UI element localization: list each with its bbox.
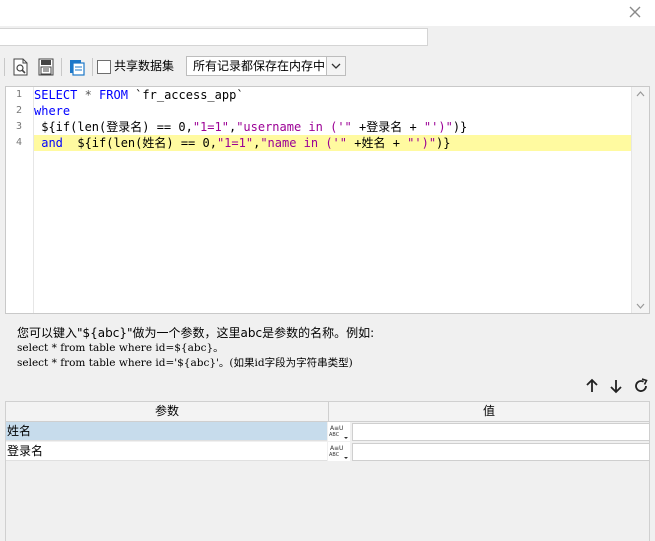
sql-string: "')"	[423, 120, 453, 134]
sql-string: "name in ('"	[260, 136, 348, 150]
move-up-button[interactable]	[582, 376, 602, 396]
sql-string: "username in ('"	[236, 120, 352, 134]
column-header-parameter: 参数	[6, 402, 329, 421]
svg-text:ABC: ABC	[329, 452, 340, 458]
sql-string: "1=1"	[216, 136, 254, 150]
toolbar-separator	[92, 58, 93, 76]
arrow-up-icon	[586, 378, 598, 392]
line-number: 1	[15, 89, 22, 100]
share-dataset-label: 共享数据集	[114, 59, 175, 73]
close-icon[interactable]	[625, 2, 645, 22]
parameter-value-input[interactable]	[352, 423, 650, 441]
code-line: SELECT * FROM `fr_access_app`	[34, 87, 631, 103]
sql-text: ${if(len(姓名) == 0,	[62, 136, 217, 150]
sql-string: "')"	[407, 136, 437, 150]
storage-mode-value: 所有记录都保存在内存中	[193, 59, 326, 73]
table-row[interactable]: 姓名 A ≡U ABC	[6, 422, 650, 442]
string-type-icon: A ≡U ABC	[329, 425, 348, 439]
sql-keyword: where	[34, 104, 71, 118]
value-type-button[interactable]: A ≡U ABC	[328, 442, 350, 461]
chevron-down-icon	[331, 63, 341, 69]
query-icon	[70, 60, 85, 76]
value-type-button[interactable]: A ≡U ABC	[328, 422, 350, 441]
toolbar-separator	[61, 58, 62, 76]
sql-text: +登录名 +	[351, 120, 424, 134]
sql-text: +姓名 +	[347, 136, 408, 150]
parameter-example: select * from table where id='${abc}'。(如…	[17, 357, 353, 369]
refresh-button[interactable]	[631, 376, 651, 396]
sql-text: )}	[436, 136, 451, 150]
parameter-table-header: 参数 值	[6, 402, 649, 422]
sql-keyword: and	[34, 136, 63, 150]
column-header-value: 值	[482, 404, 495, 418]
sql-text: ${if(len(登录名) == 0,	[34, 120, 193, 134]
sql-keyword: SELECT	[34, 88, 78, 102]
save-icon	[38, 58, 54, 76]
parameter-name-cell[interactable]: 登录名	[6, 442, 327, 461]
close-button[interactable]	[625, 2, 645, 22]
svg-text:≡U: ≡U	[334, 445, 343, 452]
parameter-example: select * from table where id=${abc}。	[17, 342, 224, 354]
title-bar	[0, 0, 655, 26]
table-row[interactable]: 登录名 A ≡U ABC	[6, 442, 650, 462]
code-line: ${if(len(登录名) == 0,"1=1","username in ('…	[34, 119, 631, 135]
code-line-current: and ${if(len(姓名) == 0,"1=1","name in ('"…	[34, 135, 631, 151]
line-number-gutter: 1 2 3 4	[6, 87, 34, 313]
code-line: where	[34, 103, 631, 119]
sql-keyword: FROM	[99, 88, 128, 102]
scroll-down-icon[interactable]	[632, 299, 649, 313]
parameter-table: 参数 值 姓名 A ≡U ABC 登录名 A ≡U ABC	[5, 401, 650, 541]
preview-icon	[13, 58, 28, 76]
scroll-up-icon[interactable]	[632, 87, 649, 101]
svg-text:ABC: ABC	[329, 432, 340, 438]
line-number: 3	[15, 121, 22, 132]
storage-mode-select[interactable]: 所有记录都保存在内存中	[186, 56, 346, 76]
preview-button[interactable]	[10, 56, 32, 78]
sql-text: `fr_access_app`	[127, 88, 244, 102]
sql-text: )}	[452, 120, 468, 134]
line-number: 4	[15, 137, 22, 148]
parameter-name-cell[interactable]: 姓名	[6, 422, 327, 441]
storage-mode-dropdown-button[interactable]	[326, 57, 345, 75]
dataset-name-input[interactable]	[0, 28, 428, 46]
toolbar-separator	[4, 58, 5, 76]
save-button[interactable]	[35, 56, 57, 78]
query-button[interactable]	[66, 56, 88, 78]
line-number: 2	[15, 105, 22, 116]
share-dataset-checkbox[interactable]	[97, 60, 111, 74]
sql-editor[interactable]: 1 2 3 4 SELECT * FROM `fr_access_app` wh…	[5, 86, 650, 314]
parameter-value-input[interactable]	[352, 443, 650, 461]
string-type-icon: A ≡U ABC	[329, 445, 348, 459]
sql-operator: *	[77, 88, 100, 102]
dataset-name-row	[0, 26, 655, 52]
editor-vertical-scrollbar[interactable]	[631, 87, 649, 313]
arrow-down-icon	[610, 380, 622, 394]
sql-string: "1=1"	[192, 120, 229, 134]
svg-text:≡U: ≡U	[334, 425, 343, 432]
move-down-button[interactable]	[606, 376, 626, 396]
refresh-icon	[635, 378, 648, 392]
